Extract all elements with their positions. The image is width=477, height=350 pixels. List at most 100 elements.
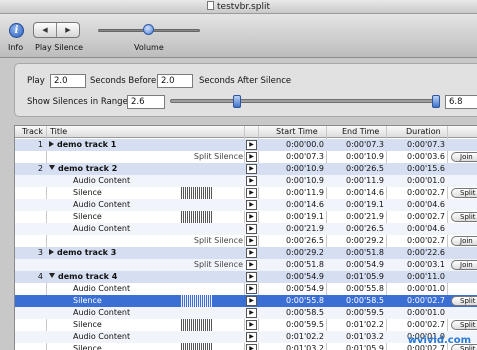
disclosure-triangle-icon[interactable] <box>49 249 54 255</box>
duration: 0:00'22.6 <box>407 248 445 257</box>
disclosure-triangle-icon[interactable] <box>49 165 55 170</box>
split-silence-label: Split Silence <box>193 260 243 269</box>
table-row[interactable]: Audio Content ▶ 0:00'58.5 0:00'59.5 0:00'01.… <box>15 307 477 319</box>
play-segment-button[interactable]: ▶ <box>246 320 257 330</box>
duration: 0:00'04.6 <box>407 200 445 209</box>
end-time: 0:00'54.9 <box>346 260 384 269</box>
track-group-row[interactable]: 3 demo track 3 ▶ 0:00'29.2 0:00'51.8 0:00'22.… <box>15 247 477 259</box>
column-header-start[interactable]: Start Time <box>276 126 318 138</box>
play-segment-button[interactable]: ▶ <box>246 212 257 222</box>
table-row[interactable]: Audio Content ▶ 0:00'10.9 0:00'11.9 0:00'01.… <box>15 175 477 187</box>
track-number <box>15 151 43 163</box>
play-segment-button[interactable]: ▶ <box>246 260 257 270</box>
table-row[interactable]: Silence ▶ 0:00'19.1 0:00'21.9 0:00'02.7 Split <box>15 211 477 223</box>
duration: 0:00'02.7 <box>407 296 445 305</box>
split-silence-label: Split Silence <box>193 236 243 245</box>
volume-slider-knob[interactable] <box>143 24 154 35</box>
row-title: Silence <box>73 211 102 223</box>
column-header-end[interactable]: End Time <box>342 126 379 138</box>
play-segment-button[interactable]: ▶ <box>246 344 257 350</box>
table-row[interactable]: Silence ▶ 0:00'55.8 0:00'58.5 0:00'02.7 Split <box>15 295 477 307</box>
disclosure-triangle-icon[interactable] <box>49 273 55 278</box>
track-group-row[interactable]: 2 demo track 2 ▶ 0:00'10.9 0:00'26.5 0:00'15.… <box>15 163 477 175</box>
join-button[interactable]: Join <box>451 152 477 162</box>
play-segment-button[interactable]: ▶ <box>246 296 257 306</box>
duration: 0:00'04.6 <box>407 224 445 233</box>
track-number <box>15 319 43 331</box>
column-header-duration[interactable]: Duration <box>406 126 441 138</box>
end-time: 0:00'58.5 <box>346 296 384 305</box>
table-row[interactable]: Split Silence ▶ 0:00'26.5 0:00'29.2 0:00'02.… <box>15 235 477 247</box>
play-silence-control[interactable]: ◀ ▶ <box>33 22 80 38</box>
toolbar: i Info ◀ ▶ Play Silence Volume <box>0 14 477 58</box>
start-time: 0:00'51.8 <box>286 260 324 269</box>
play-segment-button[interactable]: ▶ <box>246 140 257 150</box>
row-title-text: demo track 4 <box>58 272 118 281</box>
split-button[interactable]: Split <box>451 320 477 330</box>
column-header-track[interactable]: Track <box>22 126 43 138</box>
end-time: 0:01'03.2 <box>346 332 384 341</box>
duration: 0:00'03.6 <box>407 152 445 161</box>
track-number <box>15 235 43 247</box>
play-segment-button[interactable]: ▶ <box>246 332 257 342</box>
play-segment-button[interactable]: ▶ <box>246 284 257 294</box>
row-title: Audio Content <box>73 331 130 343</box>
play-segment-button[interactable]: ▶ <box>246 272 257 282</box>
start-time: 0:00'21.9 <box>286 224 324 233</box>
split-button[interactable]: Split <box>451 212 477 222</box>
start-time: 0:00'19.1 <box>286 212 324 221</box>
join-button[interactable]: Join <box>451 260 477 270</box>
range-max-input[interactable]: 6.8 <box>445 95 477 109</box>
track-number <box>15 259 43 271</box>
range-min-input[interactable]: 2.6 <box>127 95 165 109</box>
previous-silence-button[interactable]: ◀ <box>34 23 57 37</box>
waveform-icon <box>181 343 212 350</box>
table-row[interactable]: Silence ▶ 0:00'11.9 0:00'14.6 0:00'02.7 Split <box>15 187 477 199</box>
end-time: 0:00'10.9 <box>346 152 384 161</box>
row-title-text: Audio Content <box>73 308 131 317</box>
play-segment-button[interactable]: ▶ <box>246 308 257 318</box>
play-segment-button[interactable]: ▶ <box>246 200 257 210</box>
play-segment-button[interactable]: ▶ <box>246 236 257 246</box>
play-segment-button[interactable]: ▶ <box>246 164 257 174</box>
next-silence-button[interactable]: ▶ <box>57 23 79 37</box>
info-icon[interactable]: i <box>9 23 24 38</box>
play-segment-button[interactable]: ▶ <box>246 248 257 258</box>
split-button[interactable]: Split <box>451 188 477 198</box>
track-group-row[interactable]: 1 demo track 1 ▶ 0:00'00.0 0:00'07.3 0:00'07.… <box>15 139 477 151</box>
row-title-text: demo track 3 <box>57 248 117 257</box>
start-time: 0:00'14.6 <box>286 200 324 209</box>
table-row[interactable]: Split Silence ▶ 0:00'51.8 0:00'54.9 0:00'03.… <box>15 259 477 271</box>
range-max-knob[interactable] <box>432 95 440 108</box>
column-header-title[interactable]: Title <box>50 126 67 138</box>
play-segment-button[interactable]: ▶ <box>246 176 257 186</box>
end-time: 0:00'29.2 <box>346 236 384 245</box>
split-silence-label: Split Silence <box>193 152 243 161</box>
watermark: wvivid.com <box>407 335 471 346</box>
row-title: Silence <box>73 343 102 350</box>
range-min-knob[interactable] <box>233 95 241 108</box>
disclosure-triangle-icon[interactable] <box>49 141 54 147</box>
play-segment-button[interactable]: ▶ <box>246 188 257 198</box>
table-row[interactable]: Audio Content ▶ 0:00'21.9 0:00'26.5 0:00'04.… <box>15 223 477 235</box>
play-segment-button[interactable]: ▶ <box>246 152 257 162</box>
waveform-icon <box>181 187 212 199</box>
volume-label: Volume <box>134 43 164 52</box>
split-button[interactable]: Split <box>451 296 477 306</box>
table-row[interactable]: Audio Content ▶ 0:00'54.9 0:00'55.8 0:00'01.… <box>15 283 477 295</box>
join-button[interactable]: Join <box>451 236 477 246</box>
duration: 0:00'02.7 <box>407 320 445 329</box>
track-group-row[interactable]: 4 demo track 4 ▶ 0:00'54.9 0:01'05.9 0:00'11.… <box>15 271 477 283</box>
seconds-after-input[interactable]: 2.0 <box>157 74 193 88</box>
duration: 0:00'03.1 <box>407 260 445 269</box>
play-silence-label: Play Silence <box>35 43 84 52</box>
play-segment-button[interactable]: ▶ <box>246 224 257 234</box>
table-row[interactable]: Silence ▶ 0:00'59.5 0:01'02.2 0:00'02.7 Split <box>15 319 477 331</box>
info-label: Info <box>8 43 24 52</box>
table-row[interactable]: Audio Content ▶ 0:00'14.6 0:00'19.1 0:00'04.… <box>15 199 477 211</box>
range-slider-track[interactable] <box>170 99 436 103</box>
row-title: Audio Content <box>73 199 130 211</box>
seconds-before-input[interactable]: 2.0 <box>50 74 86 88</box>
table-row[interactable]: Split Silence ▶ 0:00'07.3 0:00'10.9 0:00'03.… <box>15 151 477 163</box>
track-number <box>15 199 43 211</box>
